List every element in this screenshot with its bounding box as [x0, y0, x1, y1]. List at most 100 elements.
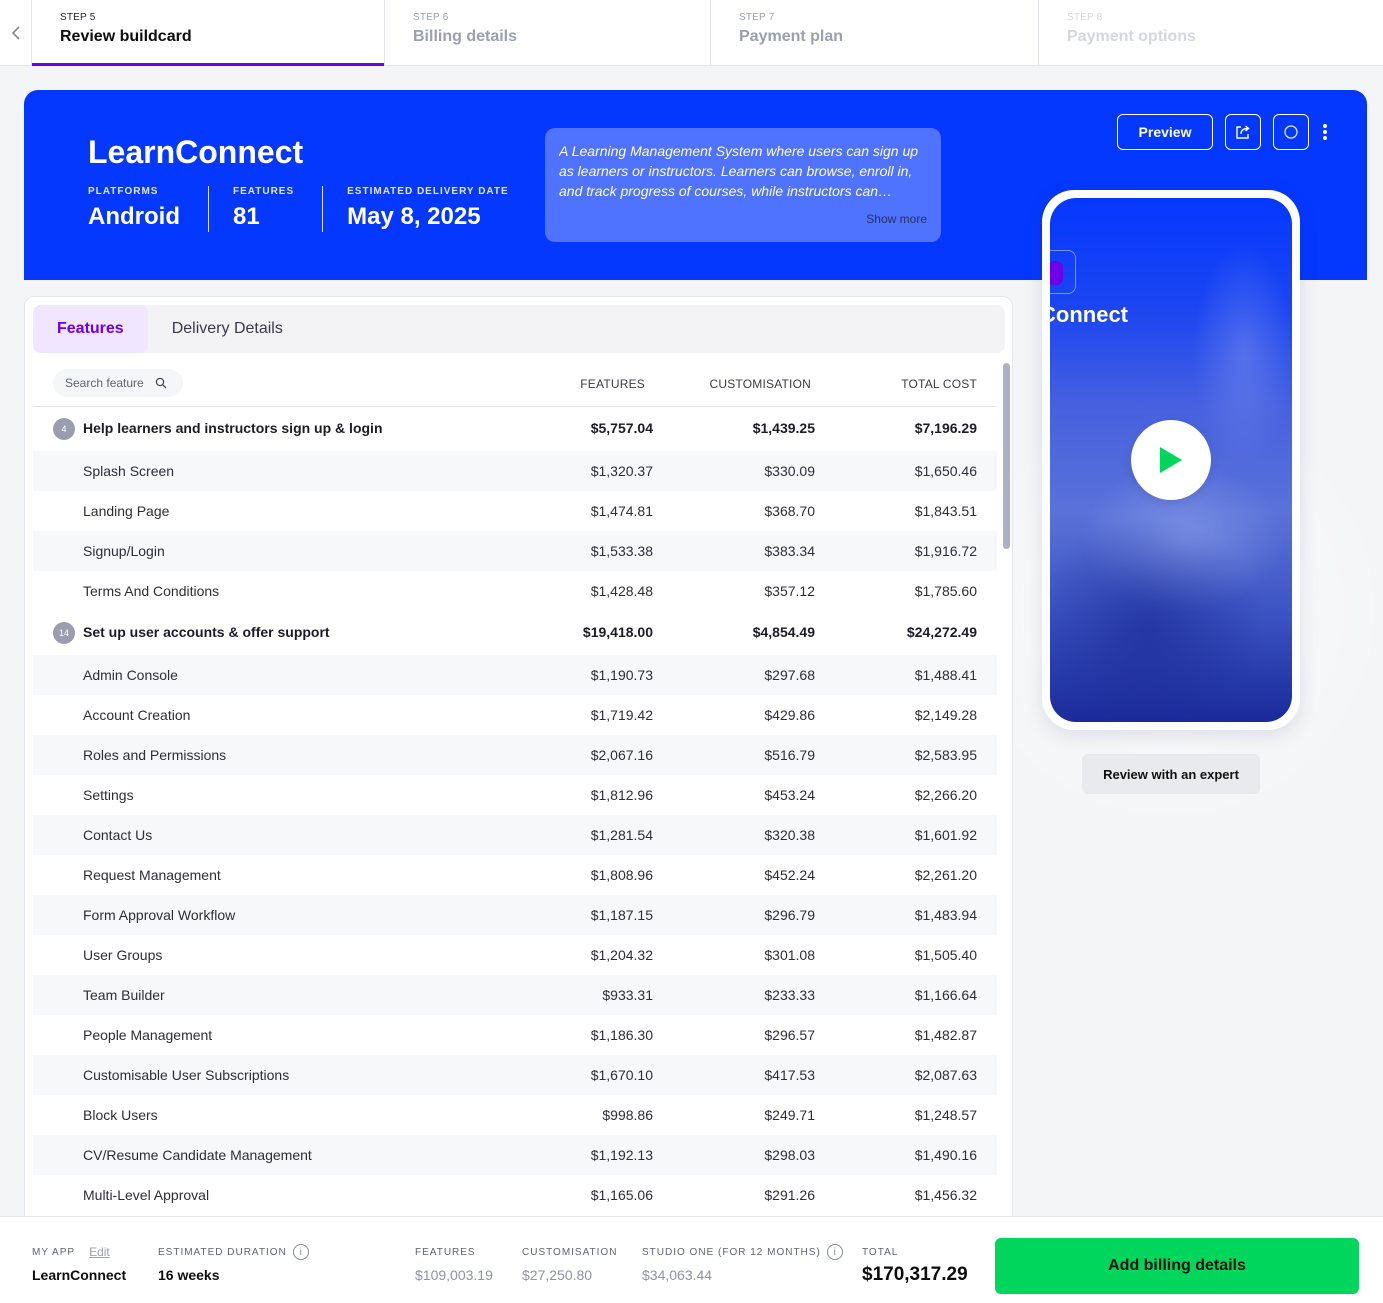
- kebab-dot-icon: [1323, 130, 1327, 134]
- feature-row[interactable]: Block Users $998.86 $249.71 $1,248.57: [33, 1095, 997, 1135]
- total-cost: $1,456.32: [914, 1187, 977, 1203]
- share-button[interactable]: [1225, 114, 1261, 150]
- feature-row[interactable]: Account Creation $1,719.42 $429.86 $2,149.2…: [33, 695, 997, 735]
- meta-value: 81: [232, 203, 260, 230]
- meta-value: May 8, 2025: [347, 203, 481, 230]
- total-cost: $1,785.60: [914, 583, 977, 599]
- step-title: Payment options: [1067, 28, 1196, 45]
- customisation-cost: $429.86: [764, 707, 815, 723]
- step-number: STEP 7: [739, 12, 775, 23]
- feature-group-row[interactable]: 14 Set up user accounts & offer support $1…: [33, 611, 997, 655]
- meta-delivery-date: ESTIMATED DELIVERY DATE May 8, 2025: [347, 186, 537, 232]
- customisation-cost: $249.71: [764, 1107, 815, 1123]
- preview-button[interactable]: Preview: [1117, 114, 1213, 150]
- feature-cost: $1,719.42: [590, 707, 653, 723]
- feature-name: Roles and Permissions: [83, 747, 227, 763]
- app-logo-icon: [1050, 250, 1076, 294]
- step-payment-plan[interactable]: STEP 7 Payment plan: [711, 0, 1039, 65]
- duration-value: 16 weeks: [158, 1267, 220, 1283]
- my-app-label: MY APP: [32, 1246, 76, 1258]
- info-icon[interactable]: i: [826, 1244, 843, 1260]
- feature-row[interactable]: Roles and Permissions $2,067.16 $516.79 $2,…: [33, 735, 997, 775]
- scrollbar[interactable]: [1001, 355, 1011, 1235]
- phone-app-name: Connect: [1050, 302, 1128, 327]
- kebab-dot-icon: [1323, 136, 1327, 140]
- footer-features: FEATURES $109,003.19: [415, 1245, 493, 1284]
- feature-row[interactable]: Terms And Conditions $1,428.48 $357.12 $1,7…: [33, 571, 997, 611]
- edit-app-link[interactable]: Edit: [89, 1245, 110, 1259]
- feature-row[interactable]: User Groups $1,204.32 $301.08 $1,505.40: [33, 935, 997, 975]
- customisation-cost: $301.08: [764, 947, 815, 963]
- feature-cost: $1,281.54: [590, 827, 653, 843]
- feature-name: Team Builder: [83, 987, 165, 1003]
- feature-cost: $1,186.30: [590, 1027, 653, 1043]
- column-header-features: FEATURES: [580, 377, 645, 391]
- feature-cost: $1,190.73: [590, 667, 653, 683]
- total-cost: $1,483.94: [914, 907, 977, 923]
- feature-row[interactable]: CV/Resume Candidate Management $1,192.13 $…: [33, 1135, 997, 1175]
- customisation-cost: $516.79: [764, 747, 815, 763]
- play-video-button[interactable]: [1131, 420, 1211, 500]
- total-cost: $2,149.28: [914, 707, 977, 723]
- scrollbar-thumb[interactable]: [1003, 363, 1010, 549]
- total-cost: $2,266.20: [914, 787, 977, 803]
- tab-delivery-details[interactable]: Delivery Details: [148, 305, 307, 353]
- meta-platforms: PLATFORMS Android: [88, 186, 209, 232]
- meta-label: PLATFORMS: [88, 186, 159, 197]
- feature-cost: $1,533.38: [590, 543, 653, 559]
- group-total-cost: $24,272.49: [906, 624, 977, 640]
- loading-button[interactable]: [1273, 114, 1309, 150]
- feature-cost: $1,187.15: [590, 907, 653, 923]
- meta-label: FEATURES: [232, 186, 295, 197]
- search-feature-field[interactable]: [53, 369, 183, 397]
- step-number: STEP 5: [60, 12, 96, 23]
- phone-preview: Connect: [1042, 190, 1300, 730]
- feature-row[interactable]: Landing Page $1,474.81 $368.70 $1,843.51: [33, 491, 997, 531]
- step-number: STEP 6: [413, 12, 449, 23]
- feature-row[interactable]: Settings $1,812.96 $453.24 $2,266.20: [33, 775, 997, 815]
- more-options-button[interactable]: [1321, 122, 1329, 142]
- phone-screen: Connect: [1050, 198, 1292, 722]
- total-cost: $1,601.92: [914, 827, 977, 843]
- back-button[interactable]: [0, 0, 32, 65]
- total-cost: $1,482.87: [914, 1027, 977, 1043]
- feature-row[interactable]: Form Approval Workflow $1,187.15 $296.79 $1…: [33, 895, 997, 935]
- info-icon[interactable]: i: [292, 1244, 309, 1260]
- app-description: A Learning Management System where users…: [545, 128, 941, 242]
- total-cost: $2,087.63: [914, 1067, 977, 1083]
- step-billing-details[interactable]: STEP 6 Billing details: [385, 0, 711, 65]
- search-input[interactable]: [65, 376, 147, 390]
- feature-cost: $1,670.10: [590, 1067, 653, 1083]
- step-review-buildcard[interactable]: STEP 5 Review buildcard: [32, 0, 385, 66]
- table-header: FEATURES CUSTOMISATION TOTAL COST: [33, 367, 997, 407]
- feature-row[interactable]: Customisable User Subscriptions $1,670.10…: [33, 1055, 997, 1095]
- feature-row[interactable]: Splash Screen $1,320.37 $330.09 $1,650.46: [33, 451, 997, 491]
- customisation-cost: $453.24: [764, 787, 815, 803]
- review-with-expert-button[interactable]: Review with an expert: [1082, 754, 1260, 794]
- summary-footer: MY APP Edit LearnConnect ESTIMATED DURATI…: [0, 1216, 1383, 1303]
- feature-cost: $2,067.16: [590, 747, 653, 763]
- studio-value: $34,063.44: [642, 1267, 713, 1283]
- customisation-label: CUSTOMISATION: [522, 1246, 618, 1258]
- feature-row[interactable]: Signup/Login $1,533.38 $383.34 $1,916.72: [33, 531, 997, 571]
- footer-studio-one: STUDIO ONE (FOR 12 MONTHS) i $34,063.44: [642, 1244, 843, 1283]
- play-icon: [1160, 447, 1182, 473]
- customisation-cost: $357.12: [764, 583, 815, 599]
- total-label: TOTAL: [862, 1246, 899, 1258]
- feature-row[interactable]: Team Builder $933.31 $233.33 $1,166.64: [33, 975, 997, 1015]
- group-name: Help learners and instructors sign up & …: [83, 420, 383, 436]
- show-more-link[interactable]: Show more: [866, 212, 927, 226]
- feature-row[interactable]: Multi-Level Approval $1,165.06 $291.26 $1,4…: [33, 1175, 997, 1215]
- feature-group-row[interactable]: 4 Help learners and instructors sign up &…: [33, 407, 997, 451]
- feature-cost: $1,812.96: [590, 787, 653, 803]
- tab-features[interactable]: Features: [33, 305, 148, 353]
- feature-name: User Groups: [83, 947, 163, 963]
- add-billing-details-button[interactable]: Add billing details: [995, 1238, 1359, 1294]
- feature-name: Account Creation: [83, 707, 191, 723]
- step-title: Billing details: [413, 28, 518, 45]
- feature-row[interactable]: Contact Us $1,281.54 $320.38 $1,601.92: [33, 815, 997, 855]
- feature-row[interactable]: Admin Console $1,190.73 $297.68 $1,488.41: [33, 655, 997, 695]
- feature-row[interactable]: People Management $1,186.30 $296.57 $1,482.…: [33, 1015, 997, 1055]
- feature-row[interactable]: Request Management $1,808.96 $452.24 $2,261…: [33, 855, 997, 895]
- feature-cost: $1,192.13: [590, 1147, 653, 1163]
